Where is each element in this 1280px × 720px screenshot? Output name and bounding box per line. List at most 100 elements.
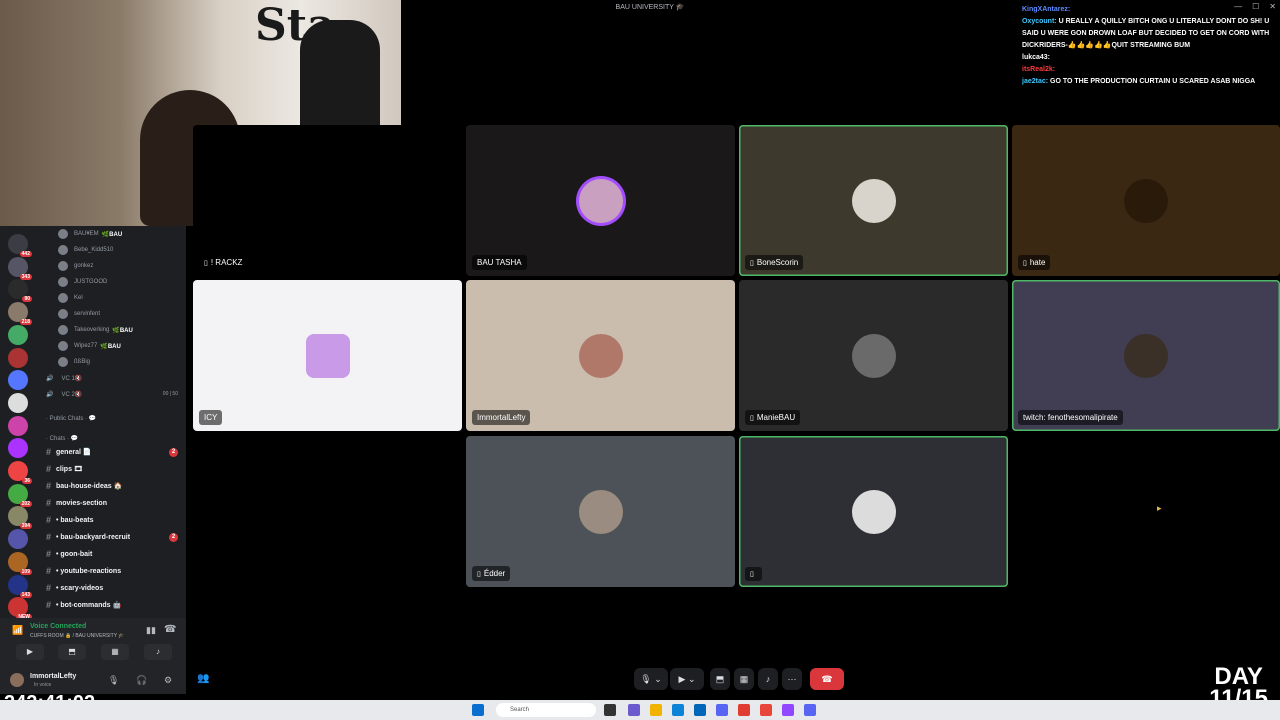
app-icon[interactable] (804, 704, 816, 716)
camera-button[interactable]: ▶ (16, 644, 44, 660)
text-channel[interactable]: # general 📄 2 (36, 444, 186, 460)
noise-suppression-icon[interactable]: ▮▮ (146, 625, 156, 636)
video-tile[interactable]: BAU TASHA (466, 125, 735, 276)
server-icon[interactable]: 394 (8, 506, 32, 530)
voice-member[interactable]: ßßBig (36, 354, 186, 370)
server-icon[interactable] (8, 415, 28, 436)
file-explorer-icon[interactable] (650, 704, 662, 716)
screen-share-icon: ⬒ (715, 673, 725, 684)
avatar (1124, 333, 1168, 378)
tile-label: ▯ (745, 567, 762, 581)
avatar[interactable] (10, 673, 24, 687)
server-icon[interactable]: 343 (8, 256, 32, 280)
server-icon[interactable] (8, 392, 28, 413)
server-icon[interactable]: 109 (8, 551, 32, 575)
chrome-icon[interactable] (760, 704, 772, 716)
video-tile[interactable]: ▯ hate (1012, 125, 1280, 276)
video-tile[interactable]: ImmortalLefty (466, 280, 735, 431)
avatar (58, 341, 68, 351)
text-channel[interactable]: # • bau-backyard-recruit 2 (36, 529, 186, 545)
voice-member[interactable]: JUSTGOOD (36, 274, 186, 290)
voice-location[interactable]: CUFFS ROOM 🔒 / BAU UNIVERSITY 🎓 (30, 633, 125, 639)
user-panel: ImmortalLefty In voice 🎙 🎧 ⚙ (0, 666, 186, 694)
tile-label: ▯ ManieBAU (745, 410, 801, 425)
voice-member[interactable]: Kel (36, 290, 186, 306)
task-view-icon[interactable] (604, 704, 616, 716)
screen-share-button[interactable]: ⬒ (58, 644, 86, 660)
voice-member[interactable]: Wipez77 🌿BAU (36, 338, 186, 354)
leave-call-button[interactable]: ☎ (810, 668, 844, 690)
mic-toggle-button[interactable]: 🎙 ⌄ (634, 668, 668, 690)
server-icon[interactable]: 36 (8, 461, 32, 484)
mouse-cursor: ▸ (1157, 503, 1162, 513)
server-icon[interactable]: NEW (8, 597, 32, 621)
text-channel[interactable]: # bau-house-ideas 🏠 (36, 478, 186, 494)
voice-channel[interactable]: 🔊 VC 2🔇 00 | 50 (36, 386, 186, 402)
store-icon[interactable] (694, 704, 706, 716)
camera-toggle-button[interactable]: ▶ ⌄ (670, 668, 704, 690)
server-icon[interactable]: 442 (8, 234, 32, 257)
video-tile[interactable]: ▯ ManieBAU (739, 280, 1008, 431)
text-channel[interactable]: # • goon-bait (36, 546, 186, 562)
chat-username: jae2tac: (1022, 78, 1049, 85)
voice-channel[interactable]: 🔊 VC 1🔇 (36, 370, 186, 386)
server-icon[interactable]: 90 (8, 279, 32, 303)
avatar (578, 178, 623, 223)
text-channel[interactable]: # • bau-beats (36, 512, 186, 528)
server-icon[interactable]: 218 (8, 302, 32, 326)
start-icon[interactable] (472, 704, 484, 716)
server-icon[interactable] (8, 370, 28, 391)
disconnect-icon[interactable]: ☎ (164, 624, 176, 635)
soundboard-button[interactable]: ♪ (144, 644, 172, 660)
server-icon[interactable] (8, 529, 28, 550)
avatar (305, 333, 350, 378)
server-icon[interactable] (8, 324, 28, 345)
headphones-icon[interactable]: 🎧 (136, 675, 147, 686)
video-tile[interactable]: ICY (193, 280, 462, 431)
text-channel[interactable]: # • bot-commands 🤖 (36, 597, 186, 613)
activities-button[interactable]: ▦ (101, 644, 129, 660)
app-icon[interactable] (738, 704, 750, 716)
text-channel[interactable]: # • youtube-reactions (36, 563, 186, 579)
tile-label: twitch: fenothesomalipirate (1018, 410, 1123, 425)
member-name: JUSTGOOD (74, 279, 108, 285)
video-tile[interactable]: ▯ BoneScorin (739, 125, 1008, 276)
mention-badge: 36 (22, 478, 32, 484)
search-input[interactable]: Search (496, 703, 596, 717)
soundboard-icon: ♪ (765, 674, 771, 684)
channel-name: movies-section (56, 499, 107, 507)
screen-share-button[interactable]: ⬒ (710, 668, 730, 690)
text-channel[interactable]: # clips 🎞 (36, 461, 186, 477)
video-tile[interactable]: ▯ Édder (466, 436, 735, 587)
avatar (851, 333, 896, 378)
voice-member[interactable]: BAU¥EM 🌿BAU (36, 226, 186, 242)
mic-icon[interactable]: 🎙 (108, 675, 119, 686)
channel-name: • scary-videos (56, 584, 104, 592)
soundboard-button[interactable]: ♪ (758, 668, 778, 690)
voice-member[interactable]: Takeoverking 🌿BAU (36, 322, 186, 338)
people-icon[interactable]: 👥 (197, 673, 209, 684)
hash-icon: # (46, 498, 52, 508)
more-options-button[interactable]: ⋯ (782, 668, 802, 690)
voice-member[interactable]: Bebe_Kidd510 (36, 242, 186, 258)
server-icon[interactable]: 143 (8, 574, 32, 598)
teams-icon[interactable] (628, 704, 640, 716)
voice-member[interactable]: gonkez (36, 258, 186, 274)
video-tile[interactable]: ▯ (739, 436, 1008, 587)
text-channel[interactable]: # • scary-videos (36, 580, 186, 596)
edge-icon[interactable] (672, 704, 684, 716)
voice-member[interactable]: servinfent (36, 306, 186, 322)
server-icon[interactable]: 202 (8, 483, 32, 507)
video-tile[interactable]: twitch: fenothesomalipirate (1012, 280, 1280, 431)
discord-icon[interactable] (716, 704, 728, 716)
gear-icon[interactable]: ⚙ (164, 675, 172, 686)
category-public-chats[interactable]: · Public Chats · 💬 (36, 410, 186, 426)
text-channel[interactable]: # movies-section (36, 495, 186, 511)
video-tile[interactable]: ▯! RACKZ (193, 125, 462, 276)
server-icon[interactable] (8, 438, 28, 459)
activities-button[interactable]: ▦ (734, 668, 754, 690)
avatar (578, 333, 623, 378)
twitch-icon[interactable] (782, 704, 794, 716)
window-title: BAU UNIVERSITY 🎓 (615, 4, 685, 11)
server-icon[interactable] (8, 347, 28, 368)
